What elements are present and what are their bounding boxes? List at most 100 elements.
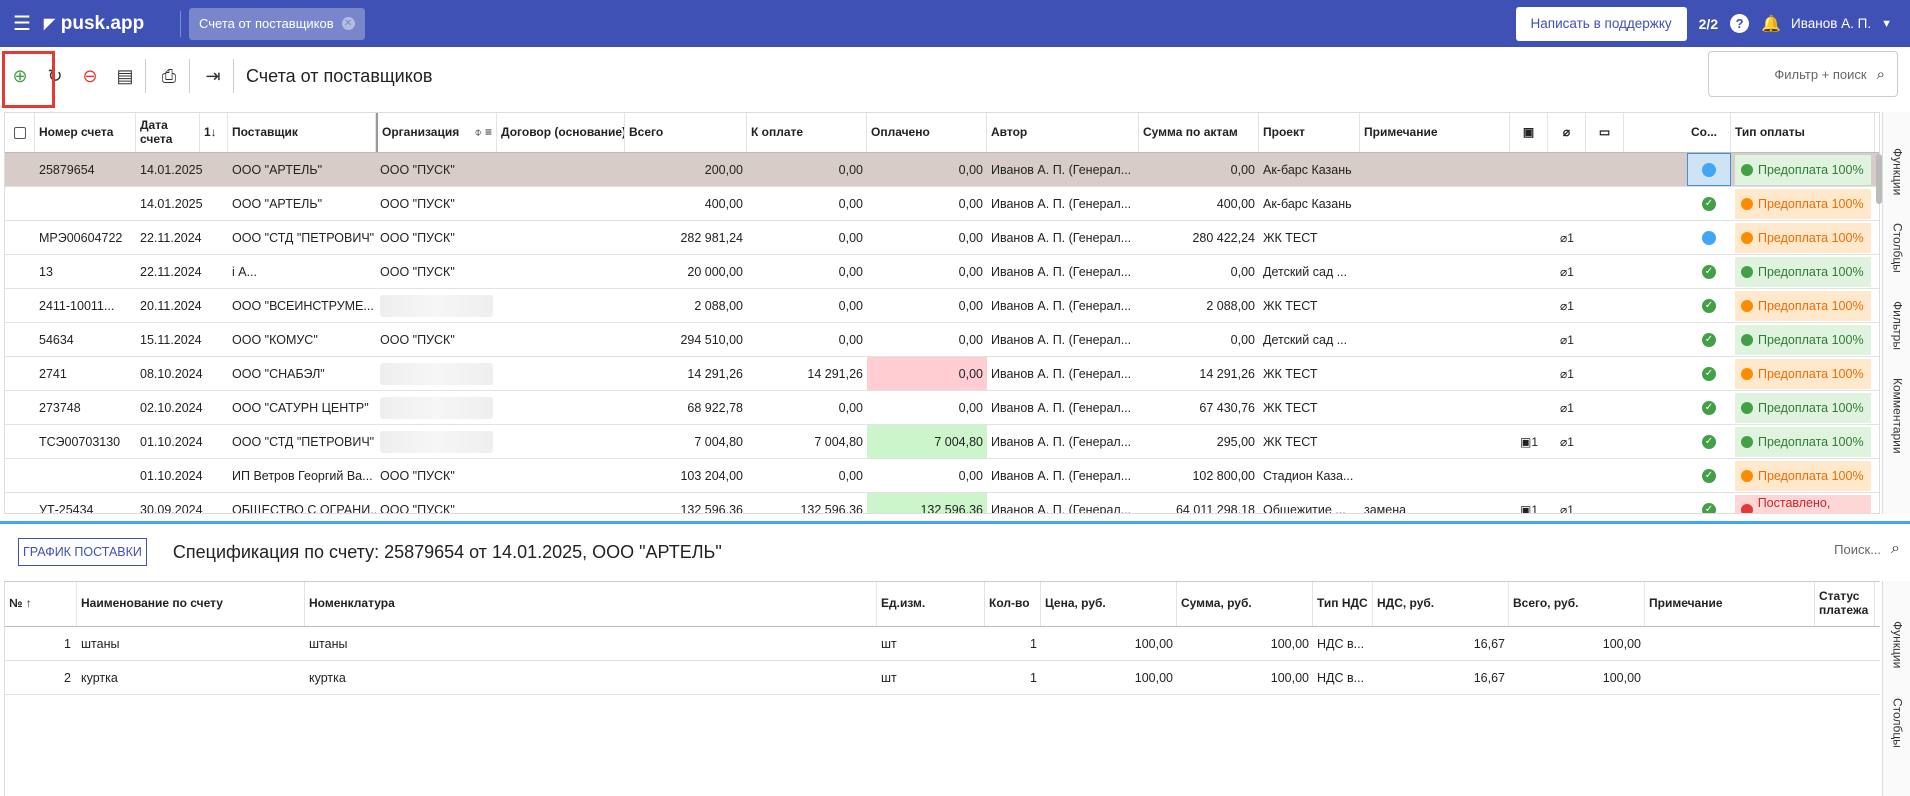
col-nomen[interactable]: Номенклатура xyxy=(305,582,877,626)
print-icon[interactable]: ⎙ xyxy=(153,60,185,92)
attachments-count[interactable]: ⌀1 xyxy=(1548,323,1586,356)
col-price[interactable]: Цена, руб. xyxy=(1041,582,1177,626)
col-pay-status[interactable]: Статус платежа xyxy=(1815,582,1875,626)
attachments-count[interactable]: ⌀1 xyxy=(1548,221,1586,254)
spec-row[interactable]: 2 куртка куртка шт 1 100,00 100,00 НДС в... 16,6… xyxy=(5,661,1880,695)
chevron-down-icon[interactable]: ▼ xyxy=(1881,18,1892,30)
brand[interactable]: ◤ pusk.app xyxy=(44,13,180,35)
tab-invoices[interactable]: Счета от поставщиков ✕ xyxy=(189,7,365,40)
pay-type-badge[interactable]: Предоплата 100% xyxy=(1735,359,1871,389)
status-cell[interactable]: ✓ xyxy=(1687,323,1731,356)
col-author[interactable]: Автор xyxy=(987,113,1139,152)
pay-type-badge[interactable]: Предоплата 100% xyxy=(1735,393,1871,423)
docs-count[interactable] xyxy=(1510,289,1548,322)
attachments-count[interactable] xyxy=(1548,187,1586,220)
pin-icon[interactable]: ⌽ ≡ xyxy=(474,125,492,140)
table-row[interactable]: 2741 08.10.2024 ООО "СНАБЭЛ" 14 291,26 14 29… xyxy=(5,357,1879,391)
table-row[interactable]: 13 22.11.2024 i А... ООО "ПУСК" 20 000,00 0,0… xyxy=(5,255,1879,289)
pay-type-badge[interactable]: Предоплата 100% xyxy=(1735,325,1871,355)
col-acts-sum[interactable]: Сумма по актам xyxy=(1139,113,1259,152)
col-org[interactable]: Организация ⌽ ≡ xyxy=(376,113,497,152)
comment-icon[interactable]: ▭ xyxy=(1586,113,1624,152)
table-row[interactable]: 14.01.2025 ООО "АРТЕЛЬ" ООО "ПУСК" 400,00 0,… xyxy=(5,187,1879,221)
pay-type-badge[interactable]: Поставлено, оплата xyxy=(1735,495,1871,513)
spec-search-input[interactable]: Поиск... ⌕ xyxy=(1834,540,1900,558)
columns-tab[interactable]: Столбцы xyxy=(1889,698,1905,748)
col-name[interactable]: Наименование по счету xyxy=(77,582,305,626)
col-pay-type[interactable]: Тип оплаты xyxy=(1731,113,1875,152)
spec-row[interactable]: 1 штаны штаны шт 1 100,00 100,00 НДС в... 16,67 1… xyxy=(5,627,1880,661)
table-row[interactable]: МРЭ00604722 22.11.2024 ООО "СТД "ПЕТРОВИЧ"… xyxy=(5,221,1879,255)
attachments-count[interactable]: ⌀1 xyxy=(1548,493,1586,514)
docs-count[interactable] xyxy=(1510,187,1548,220)
attachments-count[interactable]: ⌀1 xyxy=(1548,425,1586,458)
user-name[interactable]: Иванов А. П. xyxy=(1791,16,1871,31)
col-paid[interactable]: Оплачено xyxy=(867,113,987,152)
docs-count[interactable] xyxy=(1510,459,1548,492)
bell-icon[interactable]: 🔔 xyxy=(1761,14,1781,34)
status-cell[interactable]: ✓ xyxy=(1687,255,1731,288)
pay-type-badge[interactable]: Предоплата 100% xyxy=(1735,189,1871,219)
attachments-count[interactable] xyxy=(1548,153,1586,186)
close-icon[interactable]: ✕ xyxy=(341,17,355,30)
columns-tab[interactable]: Столбцы xyxy=(1889,223,1905,273)
col-vat[interactable]: НДС, руб. xyxy=(1373,582,1509,626)
attachments-count[interactable]: ⌀1 xyxy=(1548,391,1586,424)
docs-count[interactable]: ▣1 xyxy=(1510,425,1548,458)
remove-icon[interactable]: ⊖ xyxy=(74,60,106,92)
status-cell[interactable] xyxy=(1687,153,1731,186)
attachments-count[interactable]: ⌀1 xyxy=(1548,357,1586,390)
docs-count[interactable] xyxy=(1510,221,1548,254)
col-note[interactable]: Примечание xyxy=(1360,113,1510,152)
sort-indicator[interactable]: 1↓ xyxy=(200,113,228,152)
status-cell[interactable]: ✓ xyxy=(1687,391,1731,424)
status-cell[interactable]: ✓ xyxy=(1687,187,1731,220)
col-sum[interactable]: Сумма, руб. xyxy=(1177,582,1313,626)
col-project[interactable]: Проект xyxy=(1259,113,1360,152)
docs-icon[interactable]: ▣ xyxy=(1510,113,1548,152)
pay-type-badge[interactable]: Предоплата 100% xyxy=(1735,291,1871,321)
col-qty[interactable]: Кол-во xyxy=(985,582,1041,626)
docs-count[interactable] xyxy=(1510,323,1548,356)
col-total[interactable]: Всего xyxy=(625,113,747,152)
status-cell[interactable]: ✓ xyxy=(1687,425,1731,458)
docs-count[interactable]: ▣1 xyxy=(1510,493,1548,514)
document-icon[interactable]: ▤ xyxy=(109,60,141,92)
pay-type-badge[interactable]: Предоплата 100% xyxy=(1735,155,1871,185)
col-status[interactable]: Со... xyxy=(1687,113,1731,152)
functions-tab[interactable]: Функции xyxy=(1889,621,1905,668)
docs-count[interactable] xyxy=(1510,153,1548,186)
paperclip-icon[interactable]: ⌀ xyxy=(1548,113,1586,152)
help-icon[interactable]: ? xyxy=(1730,14,1750,33)
comments-tab[interactable]: Комментарии xyxy=(1889,378,1905,454)
col-spec-note[interactable]: Примечание xyxy=(1645,582,1815,626)
col-to-pay[interactable]: К оплате xyxy=(747,113,867,152)
status-cell[interactable] xyxy=(1687,221,1731,254)
export-icon[interactable]: ⇥ xyxy=(197,60,229,92)
menu-icon[interactable]: ☰ xyxy=(0,11,44,36)
filters-tab[interactable]: Фильтры xyxy=(1889,301,1905,350)
col-contract[interactable]: Договор (основание) xyxy=(497,113,625,152)
col-spec-total[interactable]: Всего, руб. xyxy=(1509,582,1645,626)
col-date[interactable]: Дата счета xyxy=(136,113,200,152)
pay-type-badge[interactable]: Предоплата 100% xyxy=(1735,427,1871,457)
status-cell[interactable]: ✓ xyxy=(1687,493,1731,513)
status-cell[interactable]: ✓ xyxy=(1687,459,1731,492)
attachments-count[interactable]: ⌀1 xyxy=(1548,289,1586,322)
docs-count[interactable] xyxy=(1510,357,1548,390)
table-row[interactable]: ТСЭ00703130 01.10.2024 ООО "СТД "ПЕТРОВИЧ"… xyxy=(5,425,1879,459)
col-unit[interactable]: Ед.изм. xyxy=(877,582,985,626)
table-row[interactable]: 273748 02.10.2024 ООО "САТУРН ЦЕНТР" 68 922… xyxy=(5,391,1879,425)
col-supplier[interactable]: Поставщик xyxy=(228,113,376,152)
support-button[interactable]: Написать в поддержку xyxy=(1515,6,1687,41)
status-cell[interactable]: ✓ xyxy=(1687,357,1731,390)
attachments-count[interactable]: ⌀1 xyxy=(1548,255,1586,288)
table-row[interactable]: 25879654 14.01.2025 ООО "АРТЕЛЬ" ООО "ПУСК"… xyxy=(5,153,1879,187)
pay-type-badge[interactable]: Предоплата 100% xyxy=(1735,461,1871,491)
scrollbar[interactable] xyxy=(1876,154,1882,204)
col-vat-type[interactable]: Тип НДС xyxy=(1313,582,1373,626)
docs-count[interactable] xyxy=(1510,391,1548,424)
filter-search-input[interactable]: Фильтр + поиск ⌕ xyxy=(1708,51,1898,97)
table-row[interactable]: 2411-10011... 20.11.2024 ООО "ВСЕИНСТРУМЕ.… xyxy=(5,289,1879,323)
functions-tab[interactable]: Функции xyxy=(1889,148,1905,195)
